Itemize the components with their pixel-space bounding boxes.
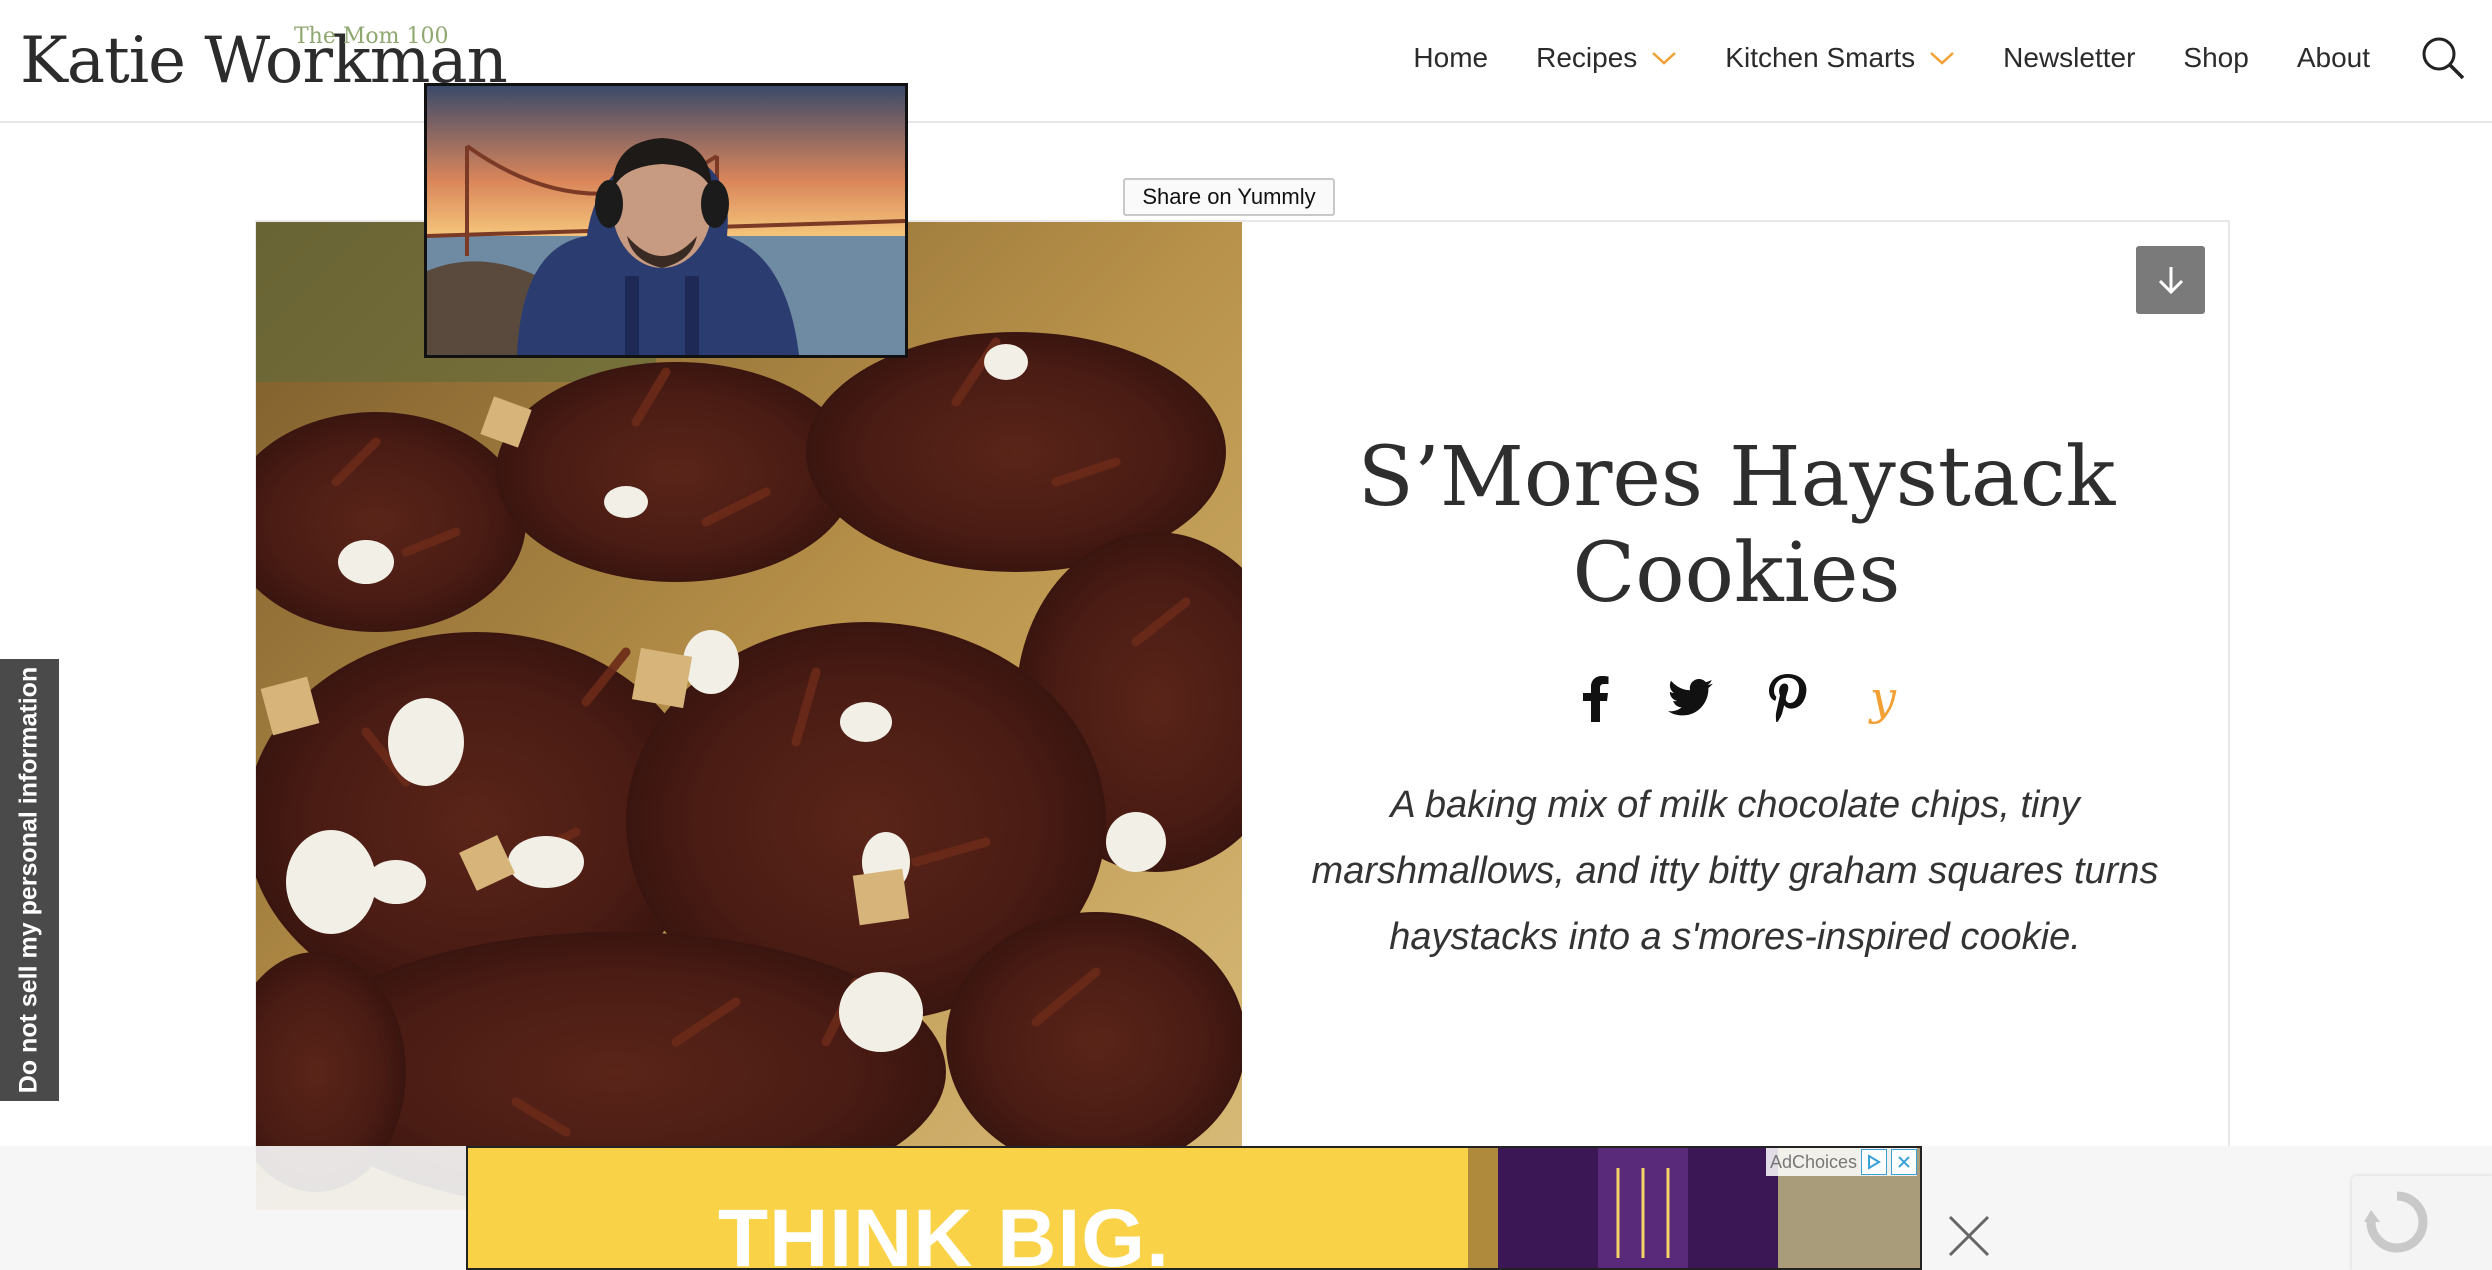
ad-choices-icon[interactable]	[1861, 1149, 1888, 1175]
share-yummly[interactable]: y	[1858, 670, 1908, 726]
ad-choices[interactable]: AdChoices	[1766, 1148, 1918, 1176]
ad-choices-label[interactable]: AdChoices	[1770, 1152, 1857, 1173]
close-ad-button[interactable]	[1946, 1213, 1992, 1259]
yummly-icon[interactable]: y	[1870, 671, 1896, 725]
recaptcha-badge[interactable]	[2352, 1176, 2492, 1270]
recipe-summary: A baking mix of milk chocolate chips, ti…	[1311, 784, 2159, 958]
video-player[interactable]	[424, 83, 908, 358]
share-on-yummly-button[interactable]: Share on Yummly	[1123, 178, 1335, 216]
do-not-sell-label[interactable]: Do not sell my personal information	[15, 667, 44, 1093]
recipe-title-line-1: S’Mores Haystack	[1357, 430, 2116, 525]
banner-ad[interactable]: THINK BIG.	[466, 1146, 1922, 1270]
main-nav: Home Recipes Kitchen Smarts Newsletter S…	[1365, 0, 2492, 116]
recipe-title-line-2: Cookies	[1572, 526, 1901, 621]
search-icon[interactable]	[2420, 35, 2466, 81]
twitter-icon[interactable]	[1668, 679, 1714, 717]
nav-item-shop[interactable]: Shop	[2183, 42, 2248, 74]
chevron-down-icon[interactable]	[1651, 50, 1677, 66]
search-button[interactable]	[2420, 35, 2466, 81]
nav-item-label[interactable]: Shop	[2183, 42, 2248, 74]
nav-item-label[interactable]: Home	[1413, 42, 1488, 74]
nav-item-about[interactable]: About	[2297, 42, 2370, 74]
recipe-title: S’Mores Haystack Cookies	[1245, 430, 2228, 622]
facebook-icon[interactable]	[1580, 674, 1610, 722]
recipe-hero-image	[256, 222, 1242, 1210]
ad-close-small-icon[interactable]	[1891, 1149, 1918, 1175]
close-icon[interactable]	[1946, 1213, 1992, 1259]
haystack-cookies-photo	[256, 222, 1242, 1210]
jump-to-recipe-button[interactable]	[2136, 246, 2205, 314]
nav-item-kitchen-smarts[interactable]: Kitchen Smarts	[1725, 42, 1955, 74]
logo-tagline[interactable]: The Mom 100	[294, 24, 448, 49]
share-icons: y	[1570, 670, 1954, 726]
share-twitter[interactable]	[1666, 670, 1716, 726]
pinterest-icon[interactable]	[1767, 674, 1807, 722]
nav-item-label[interactable]: Newsletter	[2003, 42, 2135, 74]
arrow-down-icon[interactable]	[2156, 264, 2186, 296]
nav-item-label[interactable]: Kitchen Smarts	[1725, 42, 1915, 74]
site-header: Katie Workman The Mom 100 Home Recipes K…	[0, 0, 2492, 123]
ad-headline[interactable]: THINK BIG.	[718, 1192, 1170, 1268]
do-not-sell-tab[interactable]: Do not sell my personal information	[0, 659, 59, 1101]
nav-item-newsletter[interactable]: Newsletter	[2003, 42, 2135, 74]
share-facebook[interactable]	[1570, 670, 1620, 726]
nav-item-label[interactable]: About	[2297, 42, 2370, 74]
nav-item-home[interactable]: Home	[1413, 42, 1488, 74]
recaptcha-icon	[2364, 1191, 2428, 1253]
video-frame	[427, 86, 905, 355]
nav-item-label[interactable]: Recipes	[1536, 42, 1637, 74]
chevron-down-icon[interactable]	[1929, 50, 1955, 66]
nav-item-recipes[interactable]: Recipes	[1536, 42, 1677, 74]
share-pinterest[interactable]	[1762, 670, 1812, 726]
